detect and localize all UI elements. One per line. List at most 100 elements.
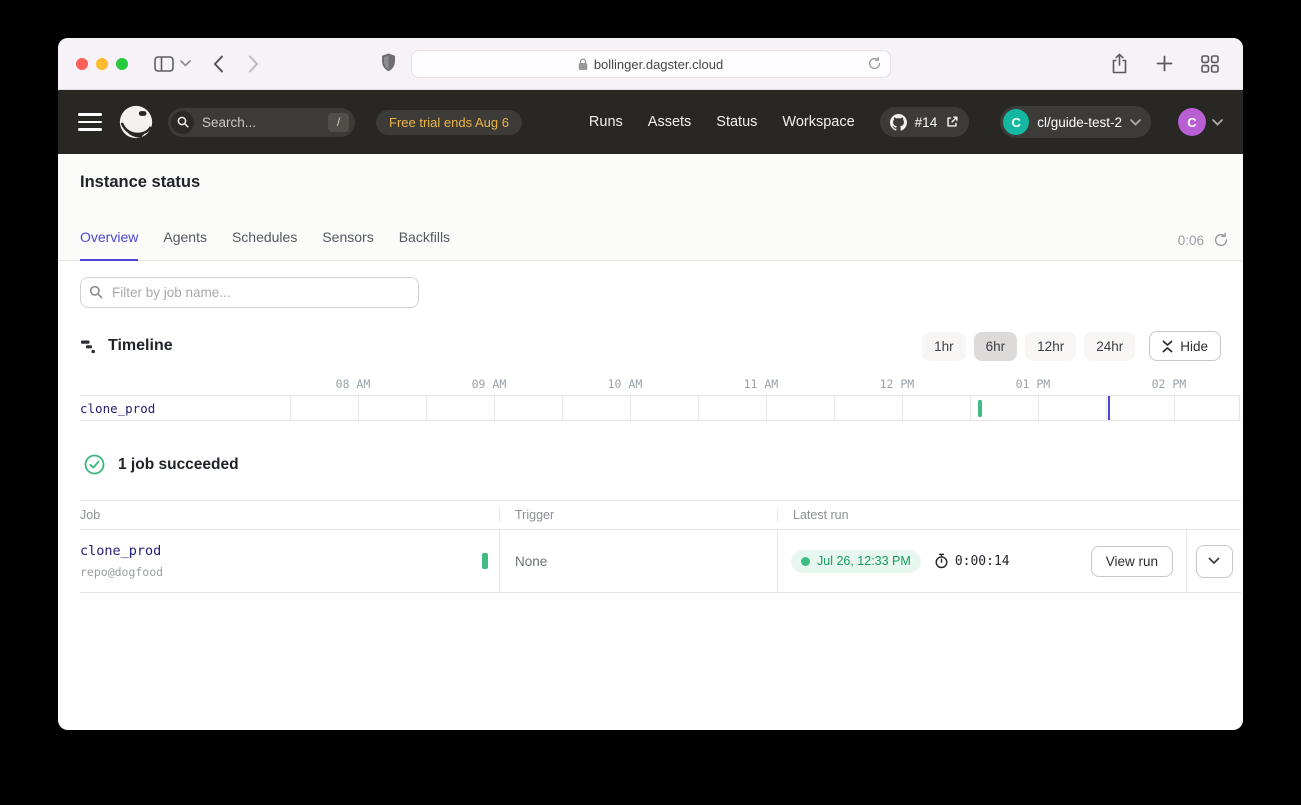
search-icon	[89, 285, 103, 304]
window-controls	[76, 58, 128, 70]
axis-label: 09 AM	[472, 377, 507, 391]
gridline	[1038, 396, 1039, 420]
new-tab-icon[interactable]	[1156, 55, 1173, 72]
range-button-12hr[interactable]: 12hr	[1025, 332, 1076, 361]
tabs-row: OverviewAgentsSchedulesSensorsBackfills …	[58, 219, 1243, 261]
sidebar-toggle-button[interactable]	[154, 56, 174, 72]
tab-overview[interactable]: Overview	[80, 219, 138, 261]
gridline	[290, 396, 291, 420]
url-text: bollinger.dagster.cloud	[594, 57, 723, 72]
row-expand-button[interactable]	[1196, 545, 1233, 578]
job-filter-input[interactable]	[80, 277, 419, 308]
refresh-timer: 0:06	[1178, 232, 1229, 260]
free-trial-badge[interactable]: Free trial ends Aug 6	[376, 110, 522, 135]
page-header: Instance status OverviewAgentsSchedulesS…	[58, 154, 1243, 261]
tab-sensors[interactable]: Sensors	[322, 219, 373, 261]
sidebar-chevron-button[interactable]	[180, 60, 191, 67]
nav-link-workspace[interactable]: Workspace	[782, 114, 854, 130]
chevron-down-icon	[1130, 119, 1141, 126]
gridline	[834, 396, 835, 420]
privacy-shield-icon[interactable]	[380, 52, 397, 74]
tab-schedules[interactable]: Schedules	[232, 219, 297, 261]
nav-link-runs[interactable]: Runs	[589, 114, 623, 130]
github-pr-number: #14	[915, 115, 938, 130]
org-avatar: C	[1003, 109, 1029, 135]
global-search-input[interactable]: Search... /	[168, 108, 355, 137]
tab-backfills[interactable]: Backfills	[399, 219, 450, 261]
search-icon	[171, 111, 194, 134]
table-row: clone_prod repo@dogfood None Jul 26, 12:…	[80, 530, 1241, 593]
timeline-track	[290, 396, 1241, 420]
page-reload-icon[interactable]	[867, 56, 882, 71]
gridline	[1106, 396, 1107, 420]
github-pr-button[interactable]: #14	[880, 107, 970, 137]
summary-text: 1 job succeeded	[118, 456, 239, 474]
forward-button[interactable]	[248, 55, 259, 73]
deployment-switcher[interactable]: C cl/guide-test-2	[1000, 106, 1151, 138]
gridline	[494, 396, 495, 420]
gridline	[1239, 396, 1240, 420]
timeline-row-label[interactable]: clone_prod	[80, 396, 290, 420]
user-avatar: C	[1178, 108, 1206, 136]
gridline	[630, 396, 631, 420]
timeline-title: Timeline	[108, 337, 173, 355]
range-button-1hr[interactable]: 1hr	[922, 332, 966, 361]
back-button[interactable]	[213, 55, 224, 73]
run-marker[interactable]	[978, 400, 982, 417]
gridline	[970, 396, 971, 420]
app-top-nav: Search... / Free trial ends Aug 6 Runs As…	[58, 90, 1243, 154]
browser-window: bollinger.dagster.cloud	[58, 38, 1243, 730]
range-button-24hr[interactable]: 24hr	[1084, 332, 1135, 361]
nav-link-assets[interactable]: Assets	[648, 114, 692, 130]
refresh-countdown: 0:06	[1178, 233, 1204, 248]
zoom-window-button[interactable]	[116, 58, 128, 70]
dagster-logo[interactable]	[117, 103, 155, 141]
page-content: Timeline 1hr 6hr12hr 24hr Hide 08 AM 09 AM 1…	[58, 277, 1243, 593]
view-run-button[interactable]: View run	[1091, 546, 1173, 577]
tab-overview-icon[interactable]	[1201, 55, 1219, 73]
timeline-chart: 08 AM09 AM10 AM11 AM12 PM01 PM02 PM clon…	[80, 375, 1241, 421]
hamburger-menu-icon[interactable]	[78, 113, 102, 131]
collapse-icon	[1162, 340, 1173, 353]
run-duration: 0:00:14	[955, 554, 1010, 569]
axis-label: 10 AM	[608, 377, 643, 391]
hide-label: Hide	[1180, 339, 1208, 354]
address-bar[interactable]: bollinger.dagster.cloud	[411, 50, 891, 78]
hide-timeline-button[interactable]: Hide	[1149, 331, 1221, 361]
latest-run-time: Jul 26, 12:33 PM	[817, 554, 911, 568]
github-icon	[890, 114, 907, 131]
refresh-icon[interactable]	[1213, 232, 1229, 248]
time-range-buttons: 1hr 6hr12hr 24hr Hide	[922, 331, 1221, 361]
close-window-button[interactable]	[76, 58, 88, 70]
axis-label: 12 PM	[880, 377, 915, 391]
nav-links: Runs Assets Status Workspace	[589, 114, 855, 130]
gridline	[698, 396, 699, 420]
user-menu[interactable]: C	[1178, 108, 1223, 136]
chevron-down-icon	[1208, 557, 1220, 565]
col-header-trigger: Trigger	[499, 508, 777, 522]
axis-label: 01 PM	[1016, 377, 1051, 391]
table-header: Job Trigger Latest run	[80, 500, 1241, 530]
chevron-down-icon	[1212, 119, 1223, 126]
current-time-marker	[1108, 396, 1110, 420]
tab-agents[interactable]: Agents	[163, 219, 207, 261]
jobs-table: Job Trigger Latest run clone_prod repo@d…	[80, 500, 1241, 593]
range-button-6hr[interactable]: 6hr	[974, 332, 1018, 361]
job-repo-label: repo@dogfood	[80, 565, 163, 579]
external-link-icon	[945, 115, 959, 129]
job-name-link[interactable]: clone_prod	[80, 543, 163, 559]
nav-link-status[interactable]: Status	[716, 114, 757, 130]
search-shortcut-key: /	[328, 113, 349, 132]
gridline	[1174, 396, 1175, 420]
share-icon[interactable]	[1111, 53, 1128, 74]
axis-label: 08 AM	[336, 377, 371, 391]
axis-label: 11 AM	[744, 377, 779, 391]
job-run-status-bar[interactable]	[482, 553, 488, 569]
timeline-icon	[80, 338, 97, 355]
timeline-row: clone_prod	[80, 395, 1241, 421]
minimize-window-button[interactable]	[96, 58, 108, 70]
latest-run-badge[interactable]: Jul 26, 12:33 PM	[791, 550, 921, 573]
stopwatch-icon	[934, 553, 949, 569]
gridline	[766, 396, 767, 420]
gridline	[358, 396, 359, 420]
